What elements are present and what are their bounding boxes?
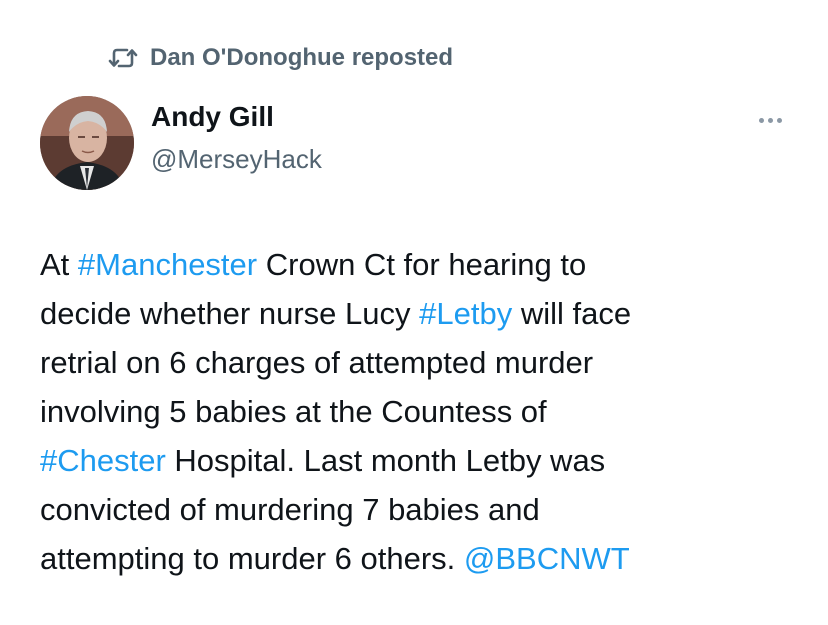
repost-icon <box>108 46 138 70</box>
more-dot <box>776 117 782 123</box>
text-segment: attempting to murder 6 others. <box>40 541 464 576</box>
avatar[interactable] <box>40 96 134 190</box>
more-icon[interactable] <box>752 108 788 132</box>
mention-bbcnwt[interactable]: @BBCNWT <box>464 541 630 576</box>
tweet-line: At #Manchester Crown Ct for hearing to <box>40 240 800 289</box>
author-handle[interactable]: @MerseyHack <box>151 144 322 175</box>
tweet-line: attempting to murder 6 others. @BBCNWT <box>40 534 800 583</box>
more-dot <box>758 117 764 123</box>
author-name[interactable]: Andy Gill <box>151 101 274 133</box>
tweet-line: involving 5 babies at the Countess of <box>40 394 547 429</box>
text-segment: will face <box>512 296 632 331</box>
hashtag-letby[interactable]: #Letby <box>419 296 512 331</box>
tweet-line: convicted of murdering 7 babies and <box>40 492 540 527</box>
hashtag-chester[interactable]: #Chester <box>40 443 166 478</box>
repost-label[interactable]: Dan O'Donoghue reposted <box>150 44 453 72</box>
repost-indicator[interactable]: Dan O'Donoghue reposted <box>108 42 453 74</box>
text-segment: Crown Ct for hearing to <box>257 247 587 282</box>
tweet-line: #Chester Hospital. Last month Letby was <box>40 436 800 485</box>
text-segment: At <box>40 247 78 282</box>
hashtag-manchester[interactable]: #Manchester <box>78 247 257 282</box>
tweet-line: retrial on 6 charges of attempted murder <box>40 345 594 380</box>
tweet-text: At #Manchester Crown Ct for hearing to d… <box>40 240 800 583</box>
text-segment: decide whether nurse Lucy <box>40 296 420 331</box>
more-dot <box>767 117 773 123</box>
text-segment: Hospital. Last month Letby was <box>165 443 606 478</box>
tweet-line: decide whether nurse Lucy #Letby will fa… <box>40 289 800 338</box>
